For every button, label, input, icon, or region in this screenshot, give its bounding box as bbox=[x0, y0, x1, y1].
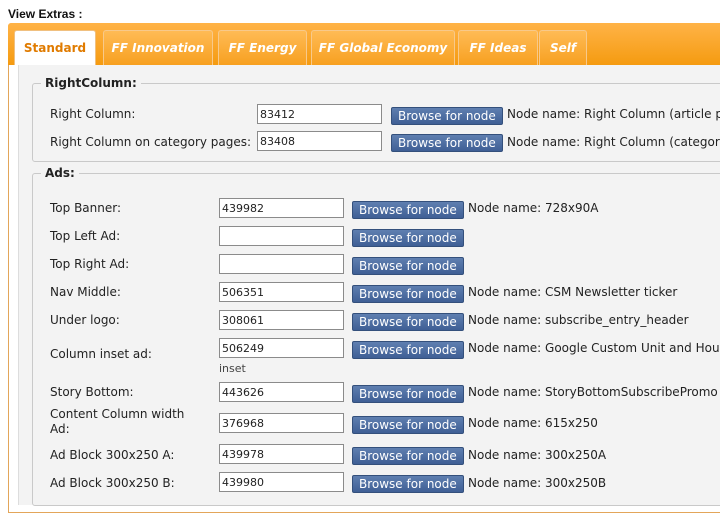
story-bottom-input[interactable] bbox=[219, 382, 344, 402]
node-name-text: Node name: 300x250A bbox=[468, 448, 607, 462]
node-name-text: Node name: Right Column (category bbox=[507, 135, 720, 149]
content-column-width-ad-label: Content Column width Ad: bbox=[50, 407, 185, 436]
node-name-text: Node name: Google Custom Unit and House bbox=[468, 341, 720, 355]
tab-ff-energy[interactable]: FF Energy bbox=[218, 30, 307, 65]
nav-middle-input[interactable] bbox=[219, 282, 344, 302]
browse-for-node-button[interactable]: Browse for node bbox=[391, 134, 503, 152]
tab-ff-global-economy[interactable]: FF Global Economy bbox=[311, 30, 455, 65]
content-column-width-ad-input[interactable] bbox=[219, 413, 344, 433]
ad-block-a-input[interactable] bbox=[219, 444, 344, 464]
tab-ff-ideas[interactable]: FF Ideas bbox=[458, 30, 538, 65]
right-column-input[interactable] bbox=[257, 104, 382, 124]
right-column-category-input[interactable] bbox=[257, 131, 382, 151]
tab-self[interactable]: Self bbox=[539, 30, 587, 65]
top-left-ad-input[interactable] bbox=[219, 226, 344, 246]
browse-for-node-button[interactable]: Browse for node bbox=[352, 447, 464, 465]
page-title: View Extras : bbox=[8, 7, 83, 21]
browse-for-node-button[interactable]: Browse for node bbox=[352, 285, 464, 303]
browse-for-node-button[interactable]: Browse for node bbox=[352, 313, 464, 331]
tab-ff-innovation[interactable]: FF Innovation bbox=[103, 30, 213, 65]
node-name-text: Node name: 300x250B bbox=[468, 476, 607, 490]
node-name-text: Node name: CSM Newsletter ticker bbox=[468, 285, 678, 299]
top-left-ad-label: Top Left Ad: bbox=[50, 229, 121, 243]
browse-for-node-button[interactable]: Browse for node bbox=[352, 385, 464, 403]
browse-for-node-button[interactable]: Browse for node bbox=[352, 475, 464, 493]
story-bottom-label: Story Bottom: bbox=[50, 385, 134, 399]
browse-for-node-button[interactable]: Browse for node bbox=[352, 201, 464, 219]
top-right-ad-label: Top Right Ad: bbox=[50, 257, 130, 271]
browse-for-node-button[interactable]: Browse for node bbox=[352, 341, 464, 359]
tab-bar: Standard FF Innovation FF Energy FF Glob… bbox=[8, 23, 720, 65]
right-column-label: Right Column: bbox=[50, 107, 136, 121]
node-name-text: Node name: 728x90A bbox=[468, 201, 599, 215]
browse-for-node-button[interactable]: Browse for node bbox=[391, 107, 503, 125]
under-logo-label: Under logo: bbox=[50, 313, 120, 327]
ads-legend: Ads: bbox=[45, 166, 75, 180]
browse-for-node-button[interactable]: Browse for node bbox=[352, 257, 464, 275]
node-name-text: Node name: 615x250 bbox=[468, 416, 598, 430]
nav-middle-label: Nav Middle: bbox=[50, 285, 121, 299]
column-inset-ad-input[interactable] bbox=[219, 338, 344, 358]
column-inset-sub-text: inset bbox=[219, 362, 246, 375]
browse-for-node-button[interactable]: Browse for node bbox=[352, 416, 464, 434]
column-inset-ad-label: Column inset ad: bbox=[50, 347, 152, 361]
top-banner-label: Top Banner: bbox=[50, 201, 122, 215]
node-name-text: Node name: subscribe_entry_header bbox=[468, 313, 689, 327]
ad-block-b-label: Ad Block 300x250 B: bbox=[50, 476, 175, 490]
right-column-category-label: Right Column on category pages: bbox=[50, 135, 252, 149]
tab-standard[interactable]: Standard bbox=[14, 30, 96, 65]
browse-for-node-button[interactable]: Browse for node bbox=[352, 229, 464, 247]
under-logo-input[interactable] bbox=[219, 310, 344, 330]
node-name-text: Node name: Right Column (article pa bbox=[507, 107, 720, 121]
top-right-ad-input[interactable] bbox=[219, 254, 344, 274]
top-banner-input[interactable] bbox=[219, 198, 344, 218]
right-column-legend: RightColumn: bbox=[45, 76, 137, 90]
ad-block-a-label: Ad Block 300x250 A: bbox=[50, 448, 175, 462]
ad-block-b-input[interactable] bbox=[219, 472, 344, 492]
node-name-text: Node name: StoryBottomSubscribePromo bbox=[468, 385, 718, 399]
